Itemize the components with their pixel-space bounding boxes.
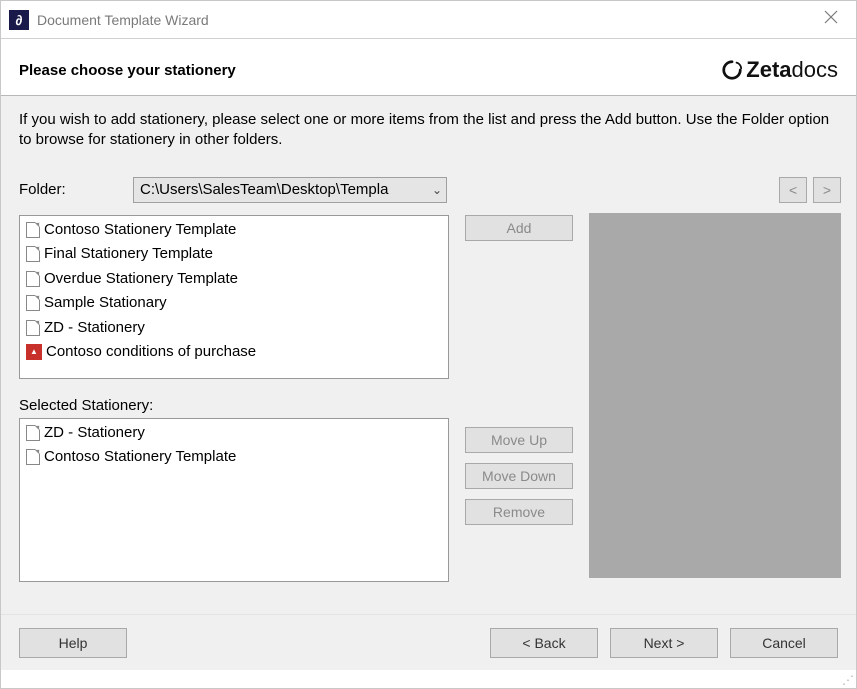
window-title: Document Template Wizard [37,12,209,28]
close-button[interactable] [816,6,846,33]
folder-combobox[interactable]: C:\Users\SalesTeam\Desktop\Templa ⌄ [133,177,447,203]
resize-grip[interactable]: ⋰ [840,672,854,686]
zetadocs-swirl-icon [720,59,744,81]
list-item[interactable]: Contoso Stationery Template [20,218,448,243]
document-icon [26,320,40,336]
list-item[interactable]: Overdue Stationery Template [20,267,448,292]
list-item[interactable]: ZD - Stationery [20,421,448,446]
list-item-label: ZD - Stationery [44,317,145,340]
document-icon [26,295,40,311]
list-item-label: Contoso Stationery Template [44,219,236,242]
preview-pane [589,213,841,578]
move-down-button[interactable]: Move Down [465,463,573,489]
cancel-button[interactable]: Cancel [730,628,838,658]
document-icon [26,246,40,262]
app-icon: ∂ [9,10,29,30]
folder-label: Folder: [19,181,133,198]
selected-listbox[interactable]: ZD - Stationery Contoso Stationery Templ… [19,418,449,582]
brand-logo: Zetadocs [720,57,838,83]
list-item-label: ZD - Stationery [44,422,145,445]
list-item[interactable]: ZD - Stationery [20,316,448,341]
document-icon [26,222,40,238]
list-item[interactable]: Sample Stationary [20,291,448,316]
add-button[interactable]: Add [465,215,573,241]
document-icon [26,449,40,465]
list-item-label: Overdue Stationery Template [44,268,238,291]
list-item[interactable]: Contoso Stationery Template [20,445,448,470]
move-up-button[interactable]: Move Up [465,427,573,453]
main-panel: If you wish to add stationery, please se… [1,96,856,614]
list-item-label: Contoso conditions of purchase [46,341,256,364]
chevron-down-icon: ⌄ [432,183,442,197]
folder-value: C:\Users\SalesTeam\Desktop\Templa [140,181,388,198]
list-item-label: Sample Stationary [44,292,167,315]
next-button[interactable]: Next > [610,628,718,658]
header-section: Please choose your stationery Zetadocs [1,39,856,96]
back-button[interactable]: < Back [490,628,598,658]
selected-stationery-label: Selected Stationery: [19,397,449,414]
titlebar: ∂ Document Template Wizard [1,1,856,39]
page-heading: Please choose your stationery [19,62,720,79]
preview-prev-button[interactable]: < [779,177,807,203]
pdf-icon: ▲ [26,344,42,360]
list-item[interactable]: Final Stationery Template [20,242,448,267]
brand-name: Zetadocs [746,57,838,83]
close-icon [824,10,838,24]
preview-next-button[interactable]: > [813,177,841,203]
list-item[interactable]: ▲ Contoso conditions of purchase [20,340,448,365]
list-item-label: Contoso Stationery Template [44,446,236,469]
help-button[interactable]: Help [19,628,127,658]
document-icon [26,425,40,441]
available-listbox[interactable]: Contoso Stationery Template Final Statio… [19,215,449,379]
document-icon [26,271,40,287]
instructions-text: If you wish to add stationery, please se… [19,110,838,151]
list-item-label: Final Stationery Template [44,243,213,266]
remove-button[interactable]: Remove [465,499,573,525]
footer: Help < Back Next > Cancel [1,614,856,670]
